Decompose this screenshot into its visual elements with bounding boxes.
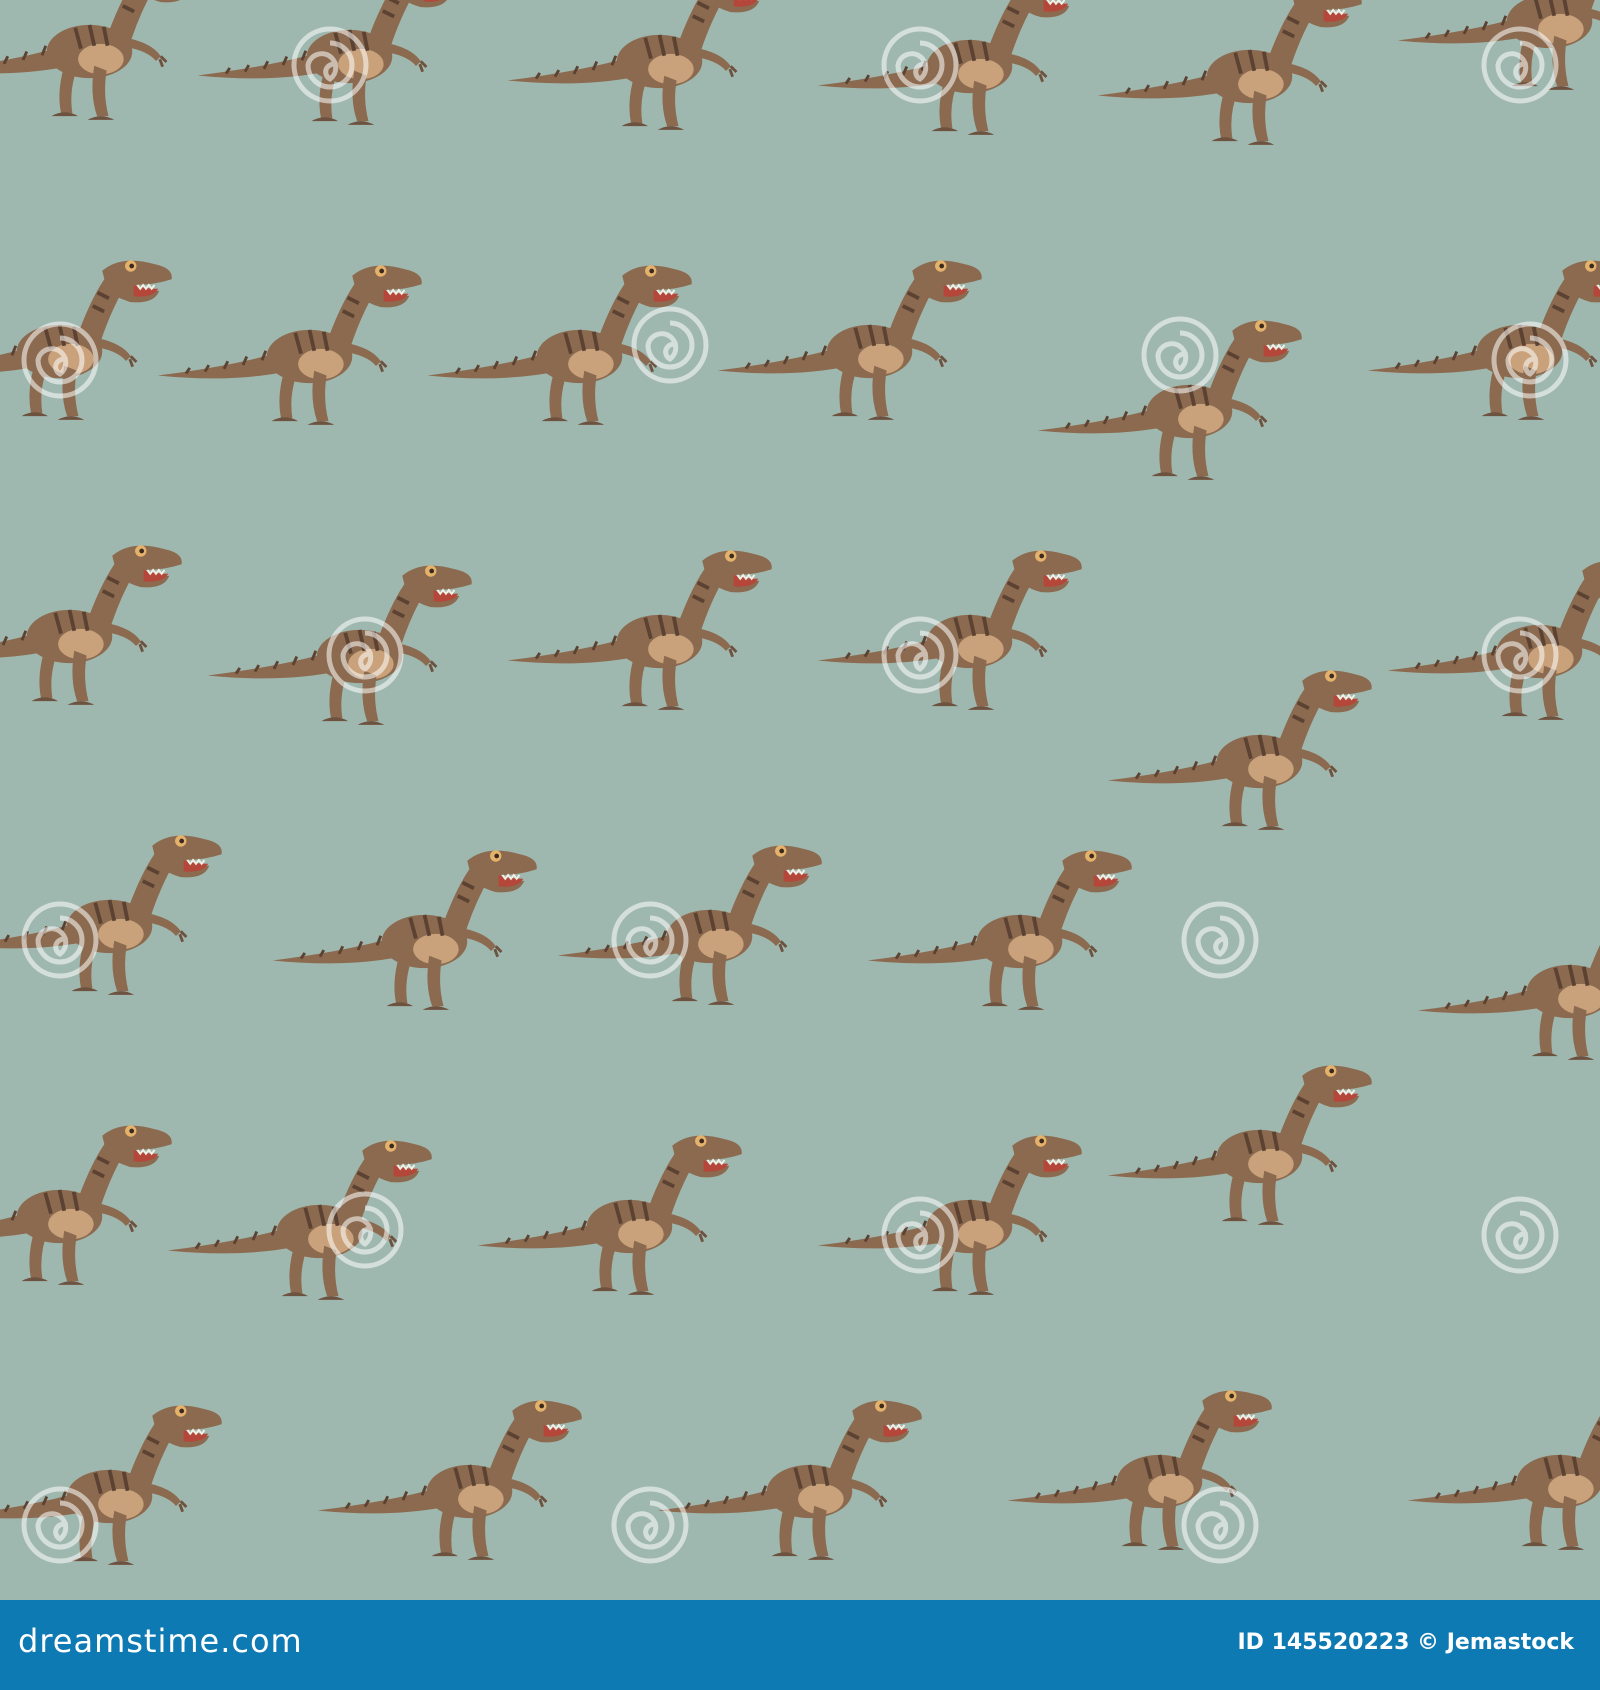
raptor-figure	[0, 543, 184, 707]
raptor-figure	[205, 563, 474, 727]
raptor-figure	[0, 258, 174, 422]
raptor-figure	[0, 0, 204, 122]
watermark-group	[24, 29, 1566, 1561]
raptor-figure	[270, 848, 539, 1012]
spiral-logo-icon	[1184, 1489, 1256, 1561]
author-label: Jemastock	[1446, 1630, 1574, 1655]
raptor-figure	[165, 1138, 434, 1302]
image-id-label: ID 145520223	[1237, 1630, 1410, 1655]
raptor-figure	[505, 0, 774, 132]
spiral-logo-icon	[1184, 904, 1256, 976]
raptor-figure	[475, 1133, 744, 1297]
brand-label[interactable]: dreamstime.com	[18, 1622, 303, 1660]
dinosaur-pattern	[0, 0, 1600, 1600]
raptor-figure	[425, 263, 694, 427]
spiral-logo-icon	[1484, 1199, 1556, 1271]
raptor-figure	[1095, 0, 1364, 147]
raptor-figure	[1005, 1388, 1274, 1552]
spiral-logo-icon	[634, 309, 706, 381]
raptor-figure	[505, 548, 774, 712]
raptor-figure	[555, 843, 824, 1007]
raptor-figure	[1105, 668, 1374, 832]
raptor-figure	[1405, 1388, 1600, 1552]
raptor-figure	[1415, 898, 1600, 1062]
raptor-figure	[1365, 258, 1600, 422]
copyright-symbol: ©	[1417, 1630, 1440, 1655]
raptor-figure	[1385, 558, 1600, 722]
footer-bar: dreamstime.com ID 145520223 © Jemastock	[0, 1600, 1600, 1690]
raptor-figure	[865, 848, 1134, 1012]
spiral-logo-icon	[1144, 319, 1216, 391]
raptor-figure	[715, 258, 984, 422]
image-credit: ID 145520223 © Jemastock	[1238, 1630, 1575, 1655]
raptor-figure	[1105, 1063, 1374, 1227]
raptor-figure	[0, 1123, 174, 1287]
spiral-logo-icon	[614, 1489, 686, 1561]
raptor-figure	[815, 548, 1084, 712]
raptor-figure	[815, 0, 1084, 137]
dinosaur-field	[0, 0, 1600, 1567]
raptor-figure	[155, 263, 424, 427]
raptor-figure	[0, 1403, 224, 1567]
raptor-group	[0, 0, 1600, 1567]
raptor-figure	[655, 1398, 924, 1562]
raptor-figure	[315, 1398, 584, 1562]
